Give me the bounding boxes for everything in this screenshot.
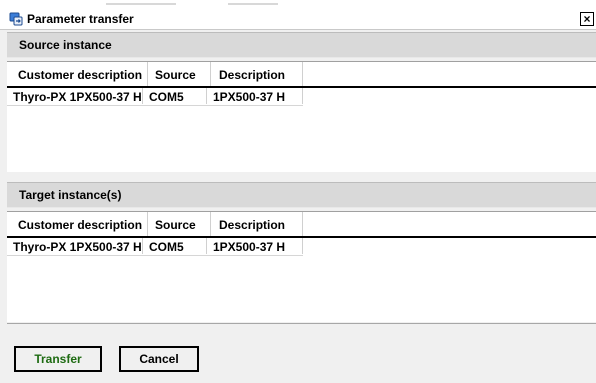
window-title: Parameter transfer — [27, 12, 134, 26]
top-strip-segment — [228, 3, 278, 5]
cell-description: 1PX500-37 H — [207, 88, 303, 104]
target-grid-header: Customer description Source Description — [7, 212, 596, 238]
cell-customer-description: Thyro-PX 1PX500-37 H — [7, 238, 143, 254]
cell-source: COM5 — [143, 238, 207, 254]
source-grid: Customer description Source Description … — [7, 61, 596, 172]
cell-customer-description: Thyro-PX 1PX500-37 H — [7, 88, 143, 104]
parameter-transfer-dialog: Parameter transfer × Source instance Cus… — [0, 8, 596, 383]
title-bar: Parameter transfer × — [0, 8, 596, 30]
source-instance-group: Source instance Customer description Sou… — [7, 32, 596, 172]
top-strip — [0, 0, 596, 8]
transfer-button[interactable]: Transfer — [14, 346, 102, 372]
cell-source: COM5 — [143, 88, 207, 104]
column-header-source[interactable]: Source — [148, 62, 211, 86]
table-row[interactable]: Thyro-PX 1PX500-37 H COM5 1PX500-37 H — [7, 238, 303, 256]
target-instance-group: Target instance(s) Customer description … — [7, 182, 596, 322]
target-grid: Customer description Source Description … — [7, 211, 596, 322]
target-instance-header: Target instance(s) — [7, 182, 596, 208]
close-button[interactable]: × — [580, 12, 594, 26]
top-strip-segment — [106, 3, 176, 5]
source-grid-header: Customer description Source Description — [7, 62, 596, 88]
transfer-app-icon — [9, 12, 23, 26]
cell-description: 1PX500-37 H — [207, 238, 303, 254]
column-header-description[interactable]: Description — [211, 212, 303, 236]
column-header-customer-description[interactable]: Customer description — [7, 62, 148, 86]
source-instance-header: Source instance — [7, 32, 596, 58]
column-header-description[interactable]: Description — [211, 62, 303, 86]
table-row[interactable]: Thyro-PX 1PX500-37 H COM5 1PX500-37 H — [7, 88, 303, 106]
column-header-customer-description[interactable]: Customer description — [7, 212, 148, 236]
cancel-button[interactable]: Cancel — [119, 346, 199, 372]
footer-divider — [7, 323, 596, 324]
column-header-source[interactable]: Source — [148, 212, 211, 236]
